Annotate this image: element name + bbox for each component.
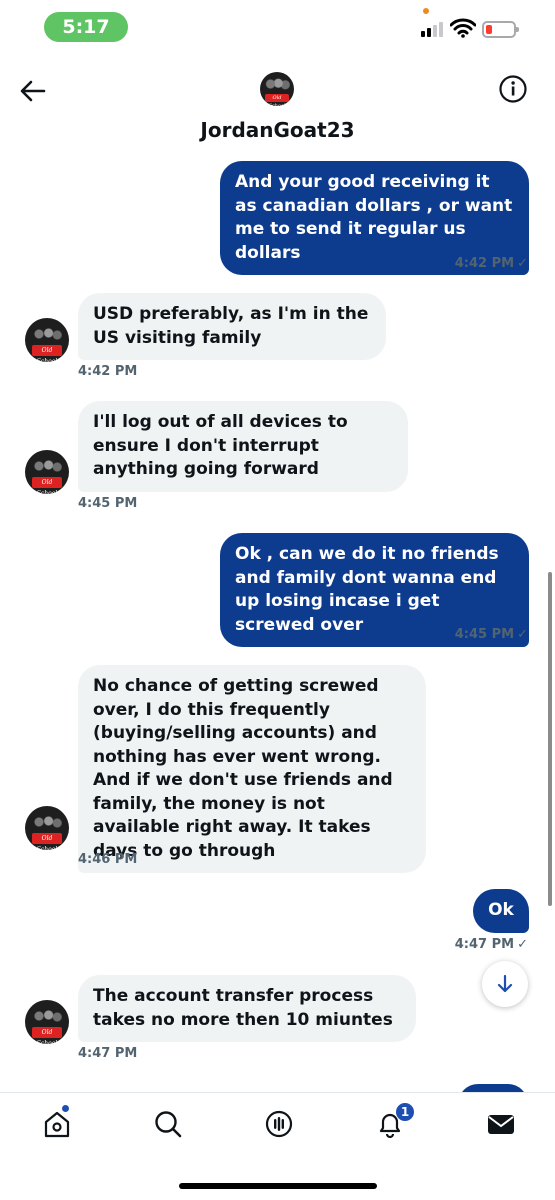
message-timestamp: 4:45 PM ✓: [454, 627, 528, 642]
spaces-icon[interactable]: [264, 1109, 294, 1139]
sender-avatar[interactable]: Old School: [25, 450, 69, 494]
message-timestamp: 4:42 PM ✓: [454, 256, 528, 271]
notification-count-badge: 1: [395, 1102, 415, 1122]
message-bubble-incoming[interactable]: No chance of getting screwed over, I do …: [78, 665, 426, 873]
message-text: No chance of getting screwed over, I do …: [93, 676, 393, 861]
wifi-icon: [450, 18, 476, 38]
arrow-down-icon: [497, 974, 513, 993]
home-unread-dot: [61, 1104, 70, 1113]
message-timestamp: 4:47 PM ✓: [454, 937, 528, 952]
message-timestamp: 4:42 PM: [78, 364, 138, 379]
sender-avatar[interactable]: Old School: [25, 806, 69, 850]
home-icon[interactable]: [42, 1109, 72, 1139]
cellular-signal-icon: [421, 22, 443, 37]
message-bubble-incoming[interactable]: I'll log out of all devices to ensure I …: [78, 401, 408, 492]
message-text: Ok , can we do it no friends and family …: [235, 544, 499, 635]
home-indicator: [179, 1183, 377, 1189]
message-text: I'll log out of all devices to ensure I …: [93, 412, 348, 479]
status-bar: 5:17: [0, 0, 555, 54]
contact-avatar[interactable]: Old School: [260, 72, 294, 106]
sent-check-icon: ✓: [517, 256, 528, 271]
info-icon[interactable]: [498, 74, 528, 104]
privacy-indicator-dot: [423, 8, 429, 14]
message-timestamp: 4:45 PM: [78, 496, 138, 511]
message-text: USD preferably, as I'm in the US visitin…: [93, 304, 369, 348]
message-timestamp: 4:47 PM: [78, 1046, 138, 1061]
back-arrow-icon[interactable]: [18, 76, 48, 106]
message-timestamp: 4:46 PM: [78, 852, 138, 867]
message-text: And your good receiving it as canadian d…: [235, 172, 513, 263]
message-bubble-outgoing[interactable]: Ok: [473, 889, 529, 933]
mail-icon[interactable]: [486, 1109, 516, 1139]
battery-icon: [482, 21, 519, 38]
sender-avatar[interactable]: Old School: [25, 318, 69, 362]
sent-check-icon: ✓: [517, 627, 528, 642]
scroll-to-bottom-button[interactable]: [482, 961, 528, 1007]
message-text: Ok: [488, 900, 514, 920]
sent-check-icon: ✓: [517, 937, 528, 952]
contact-name[interactable]: JordanGoat23: [0, 118, 555, 142]
search-icon[interactable]: [153, 1109, 183, 1139]
message-bubble-incoming[interactable]: USD preferably, as I'm in the US visitin…: [78, 293, 386, 360]
sender-avatar[interactable]: Old School: [25, 1000, 69, 1044]
scrollbar[interactable]: [548, 572, 552, 906]
message-bubble-incoming[interactable]: The account transfer process takes no mo…: [78, 975, 416, 1042]
message-text: The account transfer process takes no mo…: [93, 986, 393, 1030]
status-time: 5:17: [44, 12, 128, 42]
